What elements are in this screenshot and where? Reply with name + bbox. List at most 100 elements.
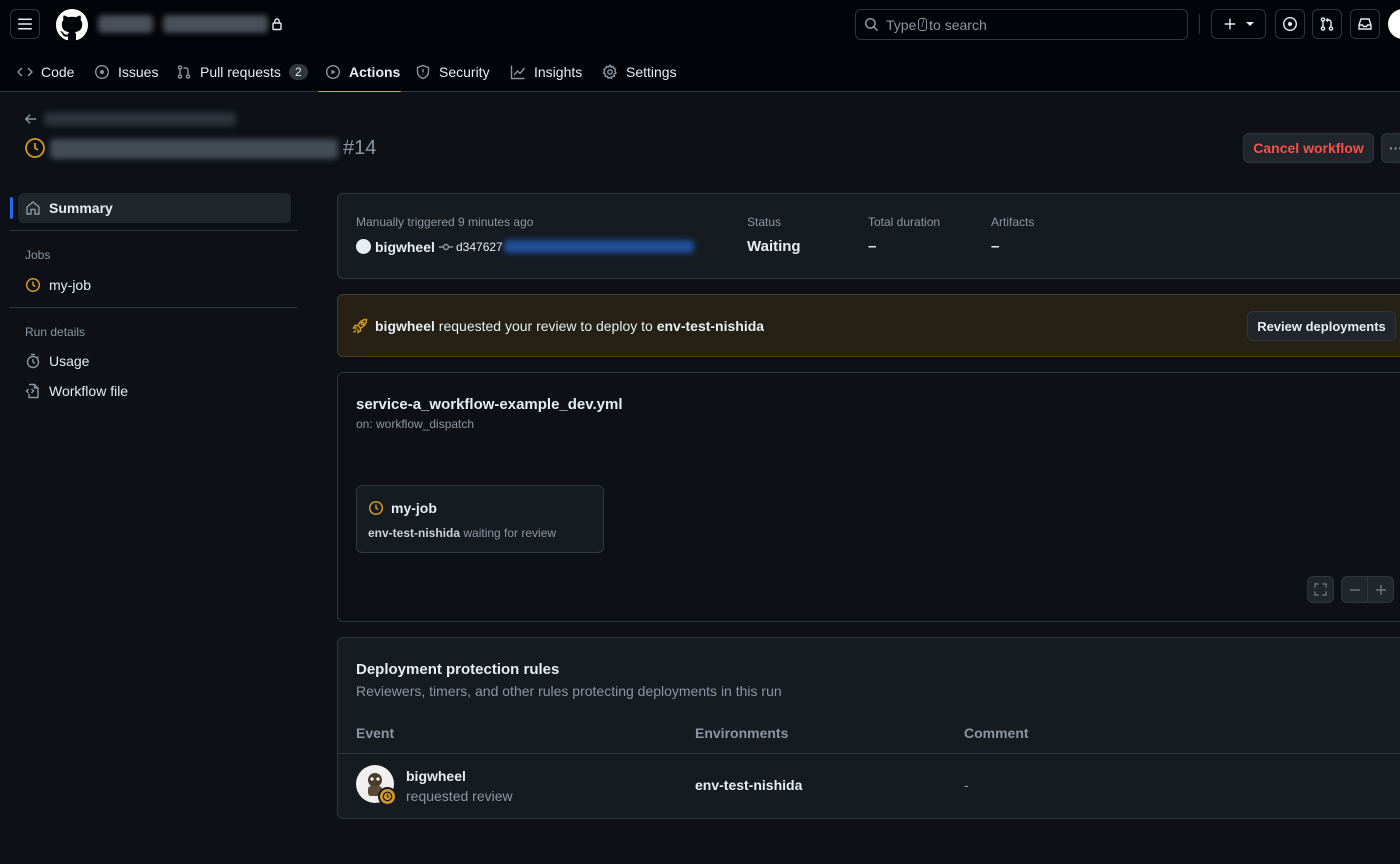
shield-icon	[416, 64, 430, 80]
clock-icon	[368, 500, 384, 516]
gear-icon	[602, 64, 617, 80]
review-actor[interactable]: bigwheel	[375, 318, 435, 334]
fullscreen-button[interactable]	[1307, 576, 1334, 603]
reviewer-name[interactable]: bigwheel	[406, 768, 466, 784]
minus-icon	[1349, 588, 1360, 591]
tab-insights[interactable]: Insights	[510, 52, 582, 92]
plus-icon	[1375, 584, 1386, 595]
sidebar-item-workflow-file[interactable]: Workflow file	[18, 376, 291, 406]
protection-title: Deployment protection rules	[356, 661, 560, 678]
table-divider	[338, 753, 1400, 754]
job-card-status: env-test-nishida waiting for review	[368, 526, 556, 540]
issue-icon	[94, 64, 110, 80]
review-message: bigwheel requested your review to deploy…	[375, 318, 764, 334]
play-icon	[325, 64, 341, 80]
sidebar-item-label: Usage	[49, 353, 90, 369]
review-comment-cell: -	[964, 777, 969, 793]
job-card-status-text: waiting for review	[463, 526, 557, 540]
inbox-icon	[1358, 18, 1372, 30]
tab-label: Settings	[626, 64, 677, 80]
pull-request-icon	[1320, 17, 1334, 31]
tab-label: Security	[439, 64, 490, 80]
status-value: Waiting	[747, 238, 801, 255]
search-icon	[864, 17, 879, 32]
search-shortcut-key: /	[918, 18, 928, 31]
github-logo-icon[interactable]	[56, 9, 88, 41]
trigger-text: Manually triggered 9 minutes ago	[356, 215, 534, 229]
job-card-name[interactable]: my-job	[391, 500, 437, 516]
inbox-button[interactable]	[1350, 9, 1380, 39]
workflow-name-redacted[interactable]	[44, 112, 236, 126]
actor-link[interactable]: bigwheel	[375, 239, 435, 255]
review-deployments-button[interactable]: Review deployments	[1247, 311, 1396, 341]
search-input[interactable]: Type / to search	[855, 9, 1188, 40]
workflow-trigger: on: workflow_dispatch	[356, 417, 475, 431]
tab-label: Actions	[349, 64, 401, 80]
run-title-redacted	[50, 139, 338, 159]
header-divider	[1199, 14, 1200, 34]
tab-pull-requests[interactable]: Pull requests 2	[176, 52, 308, 92]
zoom-in-button[interactable]	[1367, 576, 1394, 603]
graph-icon	[510, 65, 526, 80]
duration-label: Total duration	[868, 215, 941, 229]
cancel-workflow-button[interactable]: Cancel workflow	[1243, 133, 1374, 163]
hamburger-icon	[18, 18, 32, 30]
tab-settings[interactable]: Settings	[602, 52, 677, 92]
jobs-heading: Jobs	[25, 248, 51, 262]
commit-icon	[439, 241, 453, 253]
zoom-out-button[interactable]	[1341, 576, 1368, 603]
repo-nav: Code Issues Pull requests 2 Actions Secu…	[0, 52, 1400, 93]
rocket-icon	[352, 318, 368, 334]
column-header-environments: Environments	[695, 725, 789, 741]
more-options-button[interactable]: ···	[1381, 133, 1400, 163]
back-arrow-icon[interactable]	[24, 112, 38, 126]
user-avatar[interactable]	[1388, 9, 1400, 39]
menu-button[interactable]	[10, 9, 40, 39]
sidebar-item-my-job[interactable]: my-job	[18, 270, 291, 300]
commit-sha[interactable]: d347627	[456, 240, 503, 254]
tab-issues[interactable]: Issues	[94, 52, 158, 92]
pull-request-count: 2	[288, 64, 308, 80]
sidebar-divider	[10, 307, 298, 308]
sidebar-divider	[10, 230, 298, 231]
global-header: Type / to search Code Issues Pull reques…	[0, 0, 1400, 93]
clock-icon	[24, 137, 46, 159]
sidebar-item-label: Summary	[49, 200, 113, 216]
search-placeholder-prefix: Type	[886, 16, 917, 33]
file-code-icon	[25, 383, 39, 399]
issues-button[interactable]	[1275, 9, 1305, 39]
tab-label: Pull requests	[200, 64, 281, 80]
branch-name-redacted[interactable]	[504, 240, 694, 253]
review-text: requested your review to deploy to	[438, 318, 653, 334]
tab-security[interactable]: Security	[415, 52, 490, 92]
sidebar-item-usage[interactable]: Usage	[18, 346, 291, 376]
stopwatch-icon	[26, 353, 40, 369]
job-card-environment: env-test-nishida	[368, 526, 461, 540]
sidebar-item-summary[interactable]: Summary	[18, 193, 291, 223]
create-new-button[interactable]	[1211, 9, 1266, 39]
lock-icon	[271, 17, 283, 31]
job-card[interactable]	[356, 485, 604, 553]
run-details-heading: Run details	[25, 325, 86, 339]
pull-request-icon	[177, 65, 191, 79]
tab-actions[interactable]: Actions	[318, 52, 401, 93]
sidebar-active-bar	[10, 197, 13, 219]
tab-code[interactable]: Code	[17, 52, 74, 92]
fullscreen-icon	[1314, 583, 1327, 596]
artifacts-label: Artifacts	[991, 215, 1035, 229]
column-header-event: Event	[356, 725, 395, 741]
owner-name-redacted[interactable]	[98, 15, 153, 33]
review-environment: env-test-nishida	[656, 318, 765, 334]
workflow-file-name: service-a_workflow-example_dev.yml	[356, 396, 623, 413]
tab-label: Insights	[534, 64, 583, 80]
code-icon	[17, 67, 33, 77]
actor-avatar[interactable]	[356, 239, 371, 254]
search-placeholder-suffix: to search	[929, 16, 987, 33]
pull-requests-button[interactable]	[1312, 9, 1342, 39]
plus-icon	[1224, 18, 1236, 30]
sidebar-item-label: Workflow file	[49, 383, 129, 399]
repo-name-redacted[interactable]	[163, 15, 268, 33]
home-icon	[26, 201, 40, 215]
review-event: requested review	[406, 788, 513, 804]
column-header-comment: Comment	[964, 725, 1029, 741]
